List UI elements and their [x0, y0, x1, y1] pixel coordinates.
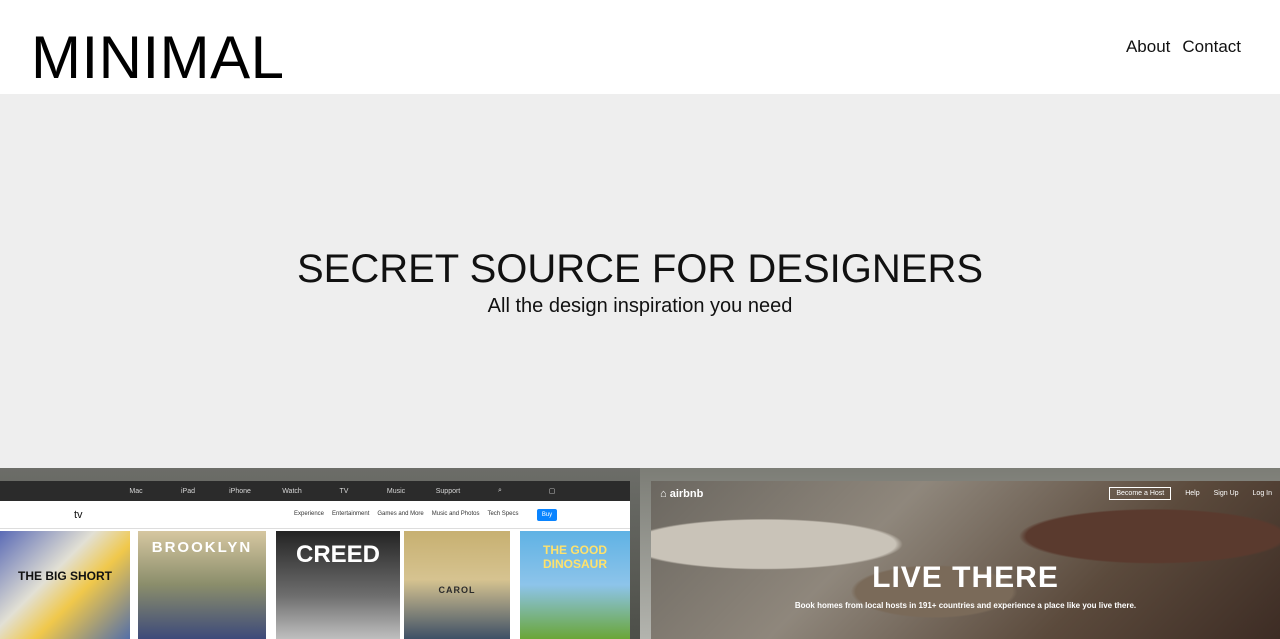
hero-subtitle: All the design inspiration you need: [487, 295, 793, 317]
apple-subnav-item: Tech Specs: [487, 511, 519, 517]
airbnb-become-host: Become a Host: [1109, 487, 1172, 500]
site-logo[interactable]: MINIMAL: [31, 26, 285, 90]
apple-tv-subnav: tv Experience Entertainment Games and Mo…: [0, 501, 630, 529]
airbnb-hero-subtitle: Book homes from local hosts in 191+ coun…: [794, 601, 1137, 610]
apple-nav-item: Support: [435, 487, 461, 495]
airbnb-logo: ⌂ airbnb: [660, 488, 704, 500]
apple-subnav-item: Games and More: [377, 511, 424, 517]
airbnb-help: Help: [1185, 490, 1200, 497]
apple-tv-logo: tv: [74, 509, 83, 521]
poster-the-good-dinosaur: THE GOOD DINOSAUR: [520, 531, 630, 639]
main-nav: About Contact: [1126, 37, 1241, 57]
apple-nav-item: Mac: [129, 487, 143, 495]
apple-nav-item: iPad: [180, 487, 195, 495]
apple-tv-posters: THE BIG SHORT BROOKLYN CREED CAROL THE G…: [0, 531, 630, 639]
gallery-card-airbnb[interactable]: ⌂ airbnb Become a Host Help Sign Up Log …: [640, 468, 1280, 639]
airbnb-screenshot: ⌂ airbnb Become a Host Help Sign Up Log …: [651, 481, 1280, 639]
bag-icon: ▢: [548, 488, 556, 495]
apple-subnav-item: Music and Photos: [431, 511, 480, 517]
apple-buy-button: Buy: [537, 509, 557, 521]
site-header: MINIMAL About Contact: [0, 0, 1280, 94]
poster-carol: CAROL: [404, 531, 510, 639]
airbnb-nav: Become a Host Help Sign Up Log In: [1109, 487, 1272, 500]
hero-title: SECRET SOURCE FOR DESIGNERS: [296, 247, 984, 291]
apple-global-nav: Mac iPad iPhone Watch TV Music Support ⌕…: [0, 481, 630, 501]
apple-subnav-item: Experience: [294, 511, 325, 517]
poster-the-big-short: THE BIG SHORT: [0, 531, 130, 639]
apple-nav-item: Watch: [282, 487, 302, 495]
inspiration-gallery: Mac iPad iPhone Watch TV Music Support ⌕…: [0, 468, 1280, 639]
apple-nav-item: Music: [386, 487, 406, 495]
poster-brooklyn: BROOKLYN: [138, 531, 266, 639]
search-icon: ⌕: [498, 487, 502, 494]
airbnb-signup: Sign Up: [1213, 490, 1239, 497]
apple-nav-item: TV: [339, 487, 349, 495]
airbnb-hero-title: LIVE THERE: [872, 561, 1059, 594]
apple-tv-screenshot: Mac iPad iPhone Watch TV Music Support ⌕…: [0, 481, 630, 639]
nav-link-about[interactable]: About: [1126, 37, 1170, 57]
apple-nav-item: iPhone: [229, 487, 251, 495]
apple-subnav-item: Entertainment: [332, 511, 370, 517]
airbnb-login: Log In: [1252, 490, 1272, 497]
apple-tv-links: Experience Entertainment Games and More …: [294, 511, 518, 517]
gallery-card-apple-tv[interactable]: Mac iPad iPhone Watch TV Music Support ⌕…: [0, 468, 640, 639]
nav-link-contact[interactable]: Contact: [1182, 37, 1241, 57]
poster-creed: CREED: [276, 531, 400, 639]
hero-section: SECRET SOURCE FOR DESIGNERS All the desi…: [0, 94, 1280, 468]
